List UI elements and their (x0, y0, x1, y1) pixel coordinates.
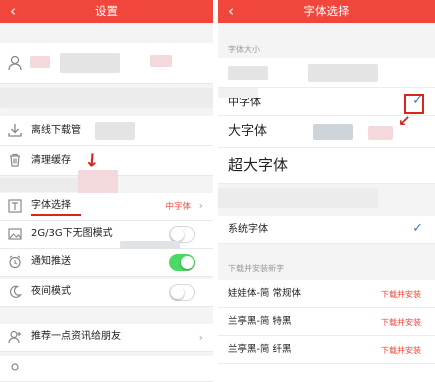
user-icon (7, 362, 23, 378)
blurred-account-info (150, 55, 172, 67)
download-install-button[interactable]: 下载并安装 (381, 289, 421, 300)
font-size-xlarge-label: 超大字体 (228, 156, 289, 174)
blurred-overlay (218, 88, 258, 98)
checkmark-icon: ✓ (412, 221, 423, 236)
blurred-row (218, 58, 435, 88)
settings-screen: ‹ 设置 离线下载管 清理缓存 字体选择 中字体 › 2G/3G下无图模式 通知… (0, 0, 213, 382)
blurred-username (60, 53, 120, 73)
blurred-text (368, 126, 393, 140)
font-select-value: 中字体 (165, 202, 191, 212)
user-icon (7, 55, 23, 71)
page-title: 字体选择 (303, 4, 350, 18)
font-icon (7, 199, 23, 215)
offline-download-label: 离线下载管 (31, 125, 81, 136)
font-name: 娃娃体-简 常规体 (228, 288, 301, 299)
night-mode-row: 夜间模式 (0, 279, 213, 307)
alarm-clock-icon (7, 255, 23, 271)
system-font-row[interactable]: 系统字体 ✓ (218, 216, 435, 244)
partial-row (0, 356, 213, 382)
download-install-button[interactable]: 下载并安装 (381, 317, 421, 328)
recommend-friends-row[interactable]: 推荐一点资讯给朋友 › (0, 324, 213, 352)
font-size-large-label: 大字体 (228, 124, 268, 139)
user-add-icon (7, 330, 23, 346)
download-font-row[interactable]: 兰亭黑-简 纤黑 下载并安装 (218, 336, 435, 364)
chevron-right-icon: › (198, 331, 203, 344)
annotation-underline (31, 214, 81, 216)
download-font-row[interactable]: 兰亭黑-简 特黑 下载并安装 (218, 308, 435, 336)
system-font-label: 系统字体 (228, 224, 268, 235)
blurred-text (95, 122, 135, 140)
no-image-mode-label: 2G/3G下无图模式 (31, 228, 113, 239)
chevron-right-icon: › (198, 199, 203, 212)
blurred-text (228, 66, 268, 80)
offline-download-row[interactable]: 离线下载管 (0, 116, 213, 146)
font-select-screen: ‹ 字体选择 字体大小 中字体 ✓ 大字体 超大字体 系统字体 ✓ 下载并安装新… (218, 0, 435, 382)
page-title: 设置 (95, 4, 118, 18)
push-notification-toggle[interactable] (169, 254, 195, 271)
clear-cache-label: 清理缓存 (31, 155, 71, 166)
no-image-mode-row: 2G/3G下无图模式 (0, 221, 213, 249)
font-select-header: ‹ 字体选择 (218, 0, 435, 23)
recommend-friends-label: 推荐一点资讯给朋友 (31, 331, 121, 342)
blurred-text (313, 124, 353, 140)
night-mode-label: 夜间模式 (31, 286, 71, 297)
push-notification-row: 通知推送 (0, 249, 213, 277)
blurred-section (0, 178, 80, 192)
font-name: 兰亭黑-简 特黑 (228, 316, 292, 327)
annotation-arrow-icon: ↙ (398, 112, 411, 130)
download-install-button[interactable]: 下载并安装 (381, 345, 421, 356)
push-notification-label: 通知推送 (31, 256, 71, 267)
blurred-section (218, 188, 378, 208)
settings-header: ‹ 设置 (0, 0, 213, 23)
font-select-row[interactable]: 字体选择 中字体 › (0, 193, 213, 221)
night-mode-toggle[interactable] (169, 284, 195, 301)
font-size-section-title: 字体大小 (228, 45, 260, 54)
account-row[interactable] (0, 43, 213, 84)
font-select-label: 字体选择 (31, 200, 71, 211)
blurred-text (308, 64, 378, 82)
partial-row (218, 364, 435, 382)
trash-icon (7, 153, 23, 169)
download-section-title: 下载并安装新字 (228, 264, 284, 273)
font-size-xlarge-row[interactable]: 超大字体 (218, 148, 435, 184)
annotation-box (404, 94, 424, 114)
download-icon (7, 123, 23, 139)
blurred-section (0, 88, 213, 108)
font-name: 兰亭黑-简 纤黑 (228, 344, 292, 355)
download-font-row[interactable]: 娃娃体-简 常规体 下载并安装 (218, 280, 435, 308)
avatar (30, 56, 50, 68)
image-icon (7, 227, 23, 243)
moon-icon (7, 285, 23, 301)
